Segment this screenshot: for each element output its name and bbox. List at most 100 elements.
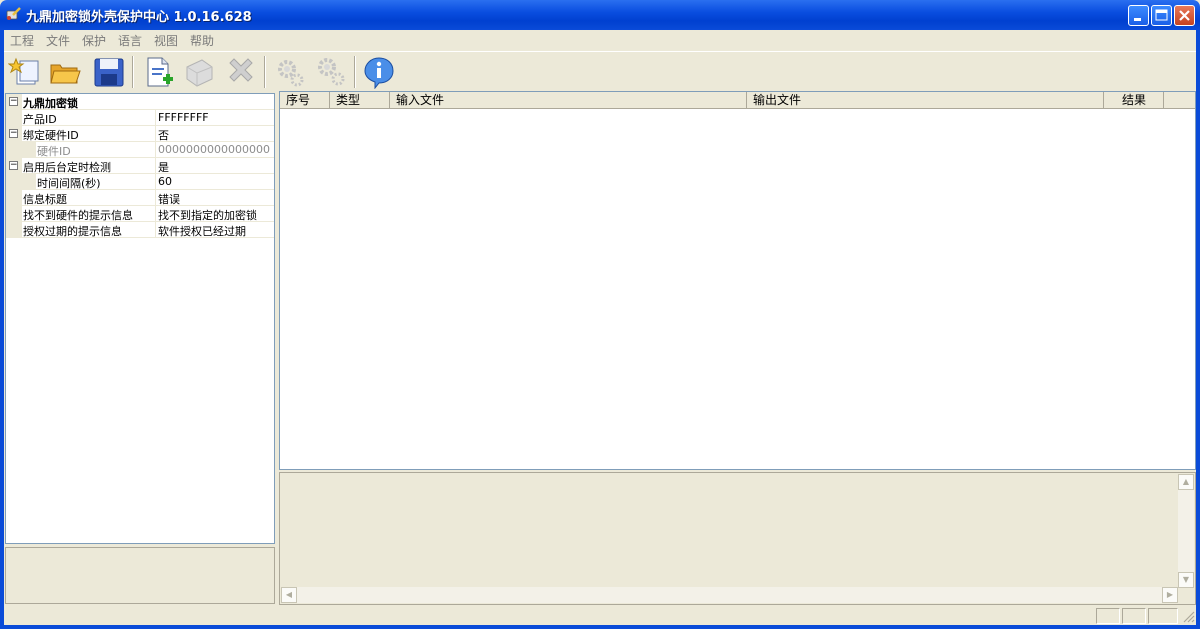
property-row[interactable]: 硬件ID 0000000000000000 [6,142,274,158]
minimize-icon [1134,18,1141,21]
horizontal-scrollbar[interactable]: ◀ ▶ [281,587,1178,603]
save-disk-icon [94,58,124,87]
output-log-panel[interactable]: ▲ ▼ ◀ ▶ [279,472,1196,605]
toolbar-separator [354,56,356,88]
column-header-input-file[interactable]: 输入文件 [390,92,747,109]
collapse-icon[interactable]: − [9,97,18,106]
menu-view[interactable]: 视图 [154,32,178,49]
column-header-output-file[interactable]: 输出文件 [747,92,1104,109]
add-file-icon [147,57,173,87]
scroll-up-button[interactable]: ▲ [1178,474,1194,490]
menu-language[interactable]: 语言 [118,32,142,49]
delete-x-icon [229,58,253,82]
row-gutter [6,110,22,126]
property-grid[interactable]: − 九鼎加密锁 产品ID FFFFFFFF − 绑定硬件ID 否 硬件ID 00… [5,93,275,544]
vertical-scrollbar[interactable]: ▲ ▼ [1178,474,1194,588]
row-gutter [6,174,36,190]
property-value[interactable]: 错误 [158,191,180,207]
property-value[interactable]: 否 [158,127,169,143]
property-key: 九鼎加密锁 [23,97,78,110]
add-file-button[interactable] [142,55,176,89]
maximize-icon [1155,9,1168,21]
column-header-type[interactable]: 类型 [330,92,390,109]
row-gutter [6,222,22,238]
column-divider [155,110,156,126]
row-gutter [6,206,22,222]
property-row[interactable]: 信息标题 错误 [6,190,274,206]
property-value[interactable]: 找不到指定的加密锁 [158,207,257,223]
toolbar-separator [132,56,134,88]
menu-protect[interactable]: 保护 [82,32,106,49]
column-divider [155,222,156,238]
column-divider [155,206,156,222]
menu-help[interactable]: 帮助 [190,32,214,49]
save-button[interactable] [92,55,126,89]
property-value[interactable]: 软件授权已经过期 [158,223,246,239]
property-row[interactable]: 产品ID FFFFFFFF [6,110,274,126]
collapse-icon[interactable]: − [9,129,18,138]
column-divider [155,158,156,174]
column-divider [155,142,156,158]
property-row[interactable]: − 绑定硬件ID 否 [6,126,274,142]
property-value[interactable]: 60 [158,175,172,188]
window-title: 九鼎加密锁外壳保护中心 1.0.16.628 [26,10,252,25]
property-value[interactable]: 是 [158,159,169,175]
status-panel [1148,608,1178,624]
file-properties-icon [186,59,213,87]
toolbar [4,51,1196,92]
property-row[interactable]: 时间间隔(秒) 60 [6,174,274,190]
column-divider [155,174,156,190]
protect-button[interactable] [274,55,308,89]
status-bar [4,607,1196,625]
new-project-icon [7,57,39,85]
column-header-index[interactable]: 序号 [280,92,330,109]
file-properties-button[interactable] [182,55,216,89]
window-frame-right [1196,30,1200,629]
menu-file[interactable]: 文件 [46,32,70,49]
property-value[interactable]: FFFFFFFF [158,111,209,124]
column-divider [155,190,156,206]
property-row[interactable]: 找不到硬件的提示信息 找不到指定的加密锁 [6,206,274,222]
column-header-result[interactable]: 结果 [1104,92,1164,109]
property-key: 绑定硬件ID [23,129,79,142]
open-button[interactable] [48,55,82,89]
column-divider [155,126,156,142]
row-gutter [6,142,36,158]
property-key: 硬件ID [37,145,71,158]
resize-grip-icon[interactable] [1182,610,1195,623]
protect-gear-icon [278,60,304,87]
property-row[interactable]: − 九鼎加密锁 [6,94,274,110]
property-description-panel [5,547,275,604]
window-frame-left [0,30,4,629]
property-row[interactable]: − 启用后台定时检测 是 [6,158,274,174]
new-project-button[interactable] [7,55,42,89]
file-list[interactable]: 序号 类型 输入文件 输出文件 结果 [279,91,1196,470]
protect-all-button[interactable] [314,55,348,89]
maximize-button[interactable] [1151,5,1172,26]
property-key: 信息标题 [23,193,67,206]
scroll-left-button[interactable]: ◀ [281,587,297,603]
property-key: 授权过期的提示信息 [23,225,122,238]
row-gutter [6,190,22,206]
close-button[interactable] [1174,5,1195,26]
window-frame-bottom [0,625,1200,629]
about-button[interactable] [362,55,396,90]
property-value: 0000000000000000 [158,143,270,156]
property-key: 时间间隔(秒) [37,177,101,190]
scroll-right-button[interactable]: ▶ [1162,587,1178,603]
menu-project[interactable]: 工程 [10,32,34,49]
column-header-filler [1164,92,1195,109]
status-panel [1122,608,1146,624]
app-icon [6,7,21,20]
menu-bar: 工程 文件 保护 语言 视图 帮助 [4,30,1196,50]
minimize-button[interactable] [1128,5,1149,26]
property-row[interactable]: 授权过期的提示信息 软件授权已经过期 [6,222,274,238]
collapse-icon[interactable]: − [9,161,18,170]
scroll-down-button[interactable]: ▼ [1178,572,1194,588]
about-info-icon [364,57,394,90]
open-folder-icon [50,64,81,84]
protect-all-gears-icon [318,58,345,86]
property-key: 启用后台定时检测 [23,161,111,174]
delete-button[interactable] [224,55,258,89]
toolbar-separator [264,56,266,88]
